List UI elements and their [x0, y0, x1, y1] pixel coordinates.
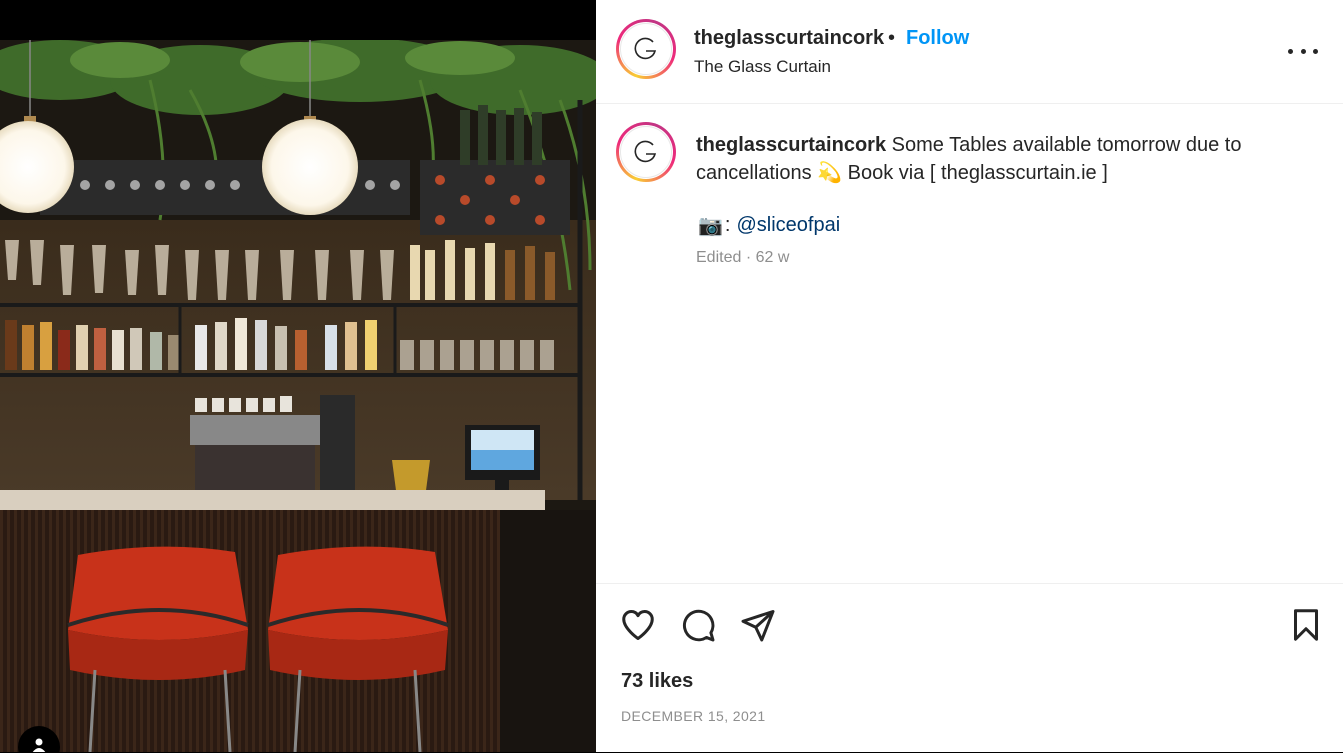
profile-avatar[interactable] — [616, 19, 676, 79]
comment-icon[interactable] — [680, 607, 716, 643]
post-photo-pane — [0, 0, 596, 752]
bookmark-icon[interactable] — [1288, 607, 1324, 643]
glass-curtain-logo — [634, 140, 657, 163]
post-header: theglasscurtaincork • Follow The Glass C… — [596, 0, 1343, 104]
post-actions: 73 likes DECEMBER 15, 2021 — [596, 583, 1343, 753]
glass-curtain-logo — [634, 37, 657, 60]
post-details-panel: theglasscurtaincork • Follow The Glass C… — [596, 0, 1343, 752]
post-date[interactable]: DECEMBER 15, 2021 — [621, 708, 766, 724]
share-icon[interactable] — [740, 607, 776, 643]
mention-link[interactable]: @sliceofpai — [736, 214, 840, 237]
bar-interior-photo — [0, 40, 596, 752]
post-location[interactable]: The Glass Curtain — [694, 57, 831, 77]
mention-colon: : — [724, 214, 731, 236]
post-author-username[interactable]: theglasscurtaincork — [694, 27, 884, 50]
separator-dot: • — [888, 27, 896, 49]
follow-button[interactable]: Follow — [906, 27, 969, 50]
more-options-button[interactable] — [1288, 42, 1318, 60]
more-options-icon — [1288, 48, 1293, 54]
user-icon — [32, 738, 46, 752]
photo-credit-line: 📷 : @sliceofpai — [698, 213, 840, 238]
edited-timestamp: Edited · 62 w — [696, 249, 790, 266]
likes-count[interactable]: 73 likes — [621, 670, 693, 693]
post-caption: theglasscurtaincork Some Tables availabl… — [696, 131, 1316, 187]
camera-emoji: 📷 — [698, 215, 723, 237]
heart-icon[interactable] — [620, 607, 656, 643]
caption-username[interactable]: theglasscurtaincork — [696, 134, 886, 156]
caption-avatar[interactable] — [616, 122, 676, 182]
caption-section: theglasscurtaincork Some Tables availabl… — [596, 104, 1343, 582]
